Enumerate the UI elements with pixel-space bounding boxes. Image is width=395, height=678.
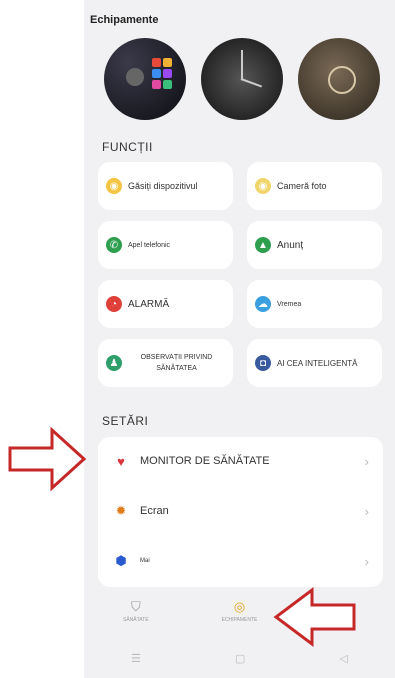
nav-label: SĂNĂTATE (123, 617, 149, 623)
menu-icon[interactable]: ☰ (131, 652, 141, 672)
nav-label: ECHIPAMENTE (221, 617, 258, 623)
health-observations-card[interactable]: ♟ OBSERVAȚII PRIVIND SĂNĂTATEA (98, 339, 233, 387)
settings-list: ♥ MONITOR DE SĂNĂTATE › ✹ Ecran › ⬢ Mai … (98, 437, 383, 587)
ai-assistant-card[interactable]: ◘ AI CEA INTELIGENTĂ (247, 339, 382, 387)
card-label: Vremea (277, 300, 302, 308)
more-row[interactable]: ⬢ Mai › (98, 537, 383, 585)
functions-section-title: FUNCȚII (102, 140, 153, 154)
alarm-clock-icon: ◔ (106, 296, 122, 312)
card-label: ALARMĂ (128, 298, 170, 310)
settings-row-label: Ecran (140, 505, 169, 517)
watch-face-thumbnail[interactable] (201, 38, 283, 120)
notification-card[interactable]: ▲ Anunț (247, 221, 382, 269)
nav-equipment[interactable]: ◎ ECHIPAMENTE (194, 595, 284, 623)
settings-section-title: SETĂRI (102, 414, 149, 428)
system-navigation-bar: ☰ ▢ ◁ (84, 652, 395, 672)
brightness-icon: ✹ (115, 503, 127, 518)
card-label: AI CEA INTELIGENTĂ (277, 358, 358, 368)
watch-icon: ◎ (233, 599, 246, 614)
health-shield-icon: ⛉ (130, 599, 141, 614)
find-device-card[interactable]: ◉ Găsiți dispozitivul (98, 162, 233, 210)
camera-watch-icon: ◉ (255, 178, 271, 194)
card-label: Anunț (277, 239, 304, 251)
phone-call-card[interactable]: ✆ Apel telefonic (98, 221, 233, 269)
chevron-right-icon: › (364, 453, 369, 469)
card-label: Găsiți dispozitivul (128, 181, 198, 191)
phone-icon: ✆ (106, 237, 122, 253)
app-screen: Echipamente FUNCȚII ◉ Găsiți dispozitivu… (84, 0, 395, 678)
camera-card[interactable]: ◉ Cameră foto (247, 162, 382, 210)
health-monitor-row[interactable]: ♥ MONITOR DE SĂNĂTATE › (98, 437, 383, 485)
weather-card[interactable]: ☁ Vremea (247, 280, 382, 328)
more-settings-icon: ⬢ (115, 553, 127, 568)
page-title: Echipamente (90, 14, 159, 26)
health-user-icon: ♟ (106, 355, 122, 371)
nav-health[interactable]: ⛉ SĂNĂTATE (91, 595, 181, 623)
chevron-right-icon: › (364, 503, 369, 519)
chevron-right-icon: › (364, 553, 369, 569)
back-icon[interactable]: ◁ (339, 652, 347, 672)
alarm-card[interactable]: ◔ ALARMĂ (98, 280, 233, 328)
heart-icon: ♥ (117, 453, 125, 469)
card-label: Cameră foto (277, 181, 327, 191)
annotation-arrow-right-icon (8, 426, 86, 492)
annotation-arrow-left-icon (273, 587, 356, 647)
screen-row[interactable]: ✹ Ecran › (98, 487, 383, 535)
settings-row-label: MONITOR DE SĂNĂTATE (140, 455, 270, 467)
weather-icon: ☁ (255, 296, 271, 312)
watch-face-thumbnail[interactable] (104, 38, 186, 120)
watch-face-thumbnail[interactable] (298, 38, 380, 120)
settings-row-label: Mai (140, 558, 150, 564)
card-label: OBSERVAȚII PRIVIND SĂNĂTATEA (140, 353, 213, 372)
bell-icon: ▲ (255, 237, 271, 253)
ai-bot-icon: ◘ (255, 355, 271, 371)
home-icon[interactable]: ▢ (235, 652, 245, 672)
card-label: Apel telefonic (128, 241, 171, 249)
watch-icon: ◉ (106, 178, 122, 194)
